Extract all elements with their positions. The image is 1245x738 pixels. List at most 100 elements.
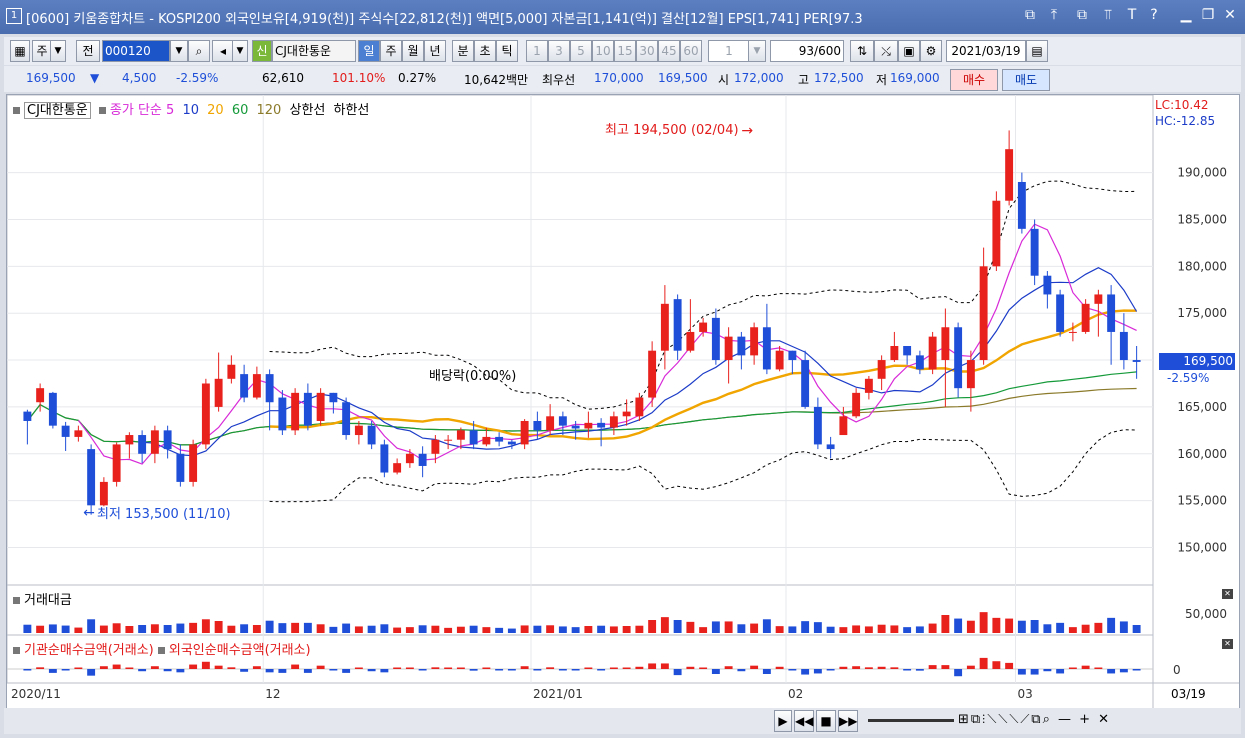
flow-bar [380, 669, 389, 673]
period-minute[interactable]: 분 [452, 40, 474, 62]
legend-price-type[interactable]: 종가 단순 [110, 103, 162, 118]
minute-60[interactable]: 60 [680, 40, 702, 62]
panel-close-icon[interactable]: ✕ [1222, 589, 1233, 599]
minute-1[interactable]: 1 [526, 40, 548, 62]
market-select[interactable]: 주 [32, 40, 52, 62]
scroll-next-icon[interactable]: ▶ [774, 710, 792, 732]
window-number-icon[interactable]: 1 [6, 8, 22, 24]
buy-button[interactable]: 매수 [950, 69, 998, 91]
pin-top-icon[interactable]: ⤒ [1046, 7, 1062, 23]
chart-svg[interactable]: 150,000155,000160,000165,000170,000175,0… [7, 95, 1239, 709]
font-icon[interactable]: T [1124, 7, 1140, 23]
candle-body [686, 331, 695, 351]
speaker-dropdown-icon[interactable]: ▼ [232, 40, 248, 62]
y-tick-label: 160,000 [1177, 447, 1227, 461]
calendar-icon[interactable]: ▤ [1026, 40, 1048, 62]
copy-window-icon[interactable]: ⧉ [1074, 7, 1090, 23]
indicator-icon[interactable]: ⤯ [874, 40, 898, 62]
volume-bar [278, 623, 287, 633]
volume-bar [673, 620, 682, 633]
flow-bar [189, 664, 198, 669]
flow-bar [1119, 669, 1128, 673]
legend-marker [13, 647, 20, 654]
high-price: 172,500 [814, 71, 864, 85]
flow-bar [1017, 669, 1026, 675]
volume-bar [992, 617, 1001, 633]
candle-body [329, 392, 338, 403]
minute-3[interactable]: 3 [548, 40, 570, 62]
candle-body [801, 360, 810, 407]
volume-ratio: 101.10% [332, 71, 386, 85]
period-week[interactable]: 주 [380, 40, 402, 62]
drawing-tools[interactable]: ⊞⧉⫶⟍⟍⟍⟋⧉⌕ — + ✕ [958, 712, 1111, 727]
restore-icon[interactable]: ❐ [1200, 7, 1216, 23]
minute-15[interactable]: 15 [614, 40, 636, 62]
period-month[interactable]: 월 [402, 40, 424, 62]
market-dropdown-icon[interactable]: ▼ [50, 40, 66, 62]
candle-body [813, 406, 822, 445]
volume-bar [418, 625, 427, 633]
minute-45[interactable]: 45 [658, 40, 680, 62]
data-count-input[interactable]: 93/600 [770, 40, 844, 62]
legend-stock-name[interactable]: CJ대한통운 [24, 102, 91, 119]
pin-icon[interactable]: ⫪ [1100, 7, 1116, 23]
y-tick-label: 155,000 [1177, 494, 1227, 508]
flow-bar [23, 669, 32, 671]
minimize-icon[interactable]: ▁ [1178, 7, 1194, 23]
minute-30[interactable]: 30 [636, 40, 658, 62]
stop-icon[interactable]: ■ [816, 710, 836, 732]
settings-gear-icon[interactable]: ⚙ [920, 40, 942, 62]
code-dropdown-icon[interactable]: ▼ [170, 40, 188, 62]
link-icon[interactable]: ⧉ [1022, 7, 1038, 23]
layout-grid-icon[interactable]: ▦ [10, 40, 30, 62]
candle-body [928, 336, 937, 370]
compare-icon[interactable]: ⇅ [850, 40, 874, 62]
flow-bar [1068, 667, 1077, 669]
minute-10[interactable]: 10 [592, 40, 614, 62]
flow-bar [1030, 669, 1039, 675]
y-tick-label: 185,000 [1177, 212, 1227, 226]
scroll-forward-icon[interactable]: ▶▶ [838, 710, 858, 732]
panel-close-icon[interactable]: ✕ [1222, 639, 1233, 649]
candle-body [380, 444, 389, 473]
period-year[interactable]: 년 [424, 40, 446, 62]
candle-body [660, 303, 669, 351]
speaker-icon[interactable]: ◂ [212, 40, 234, 62]
period-tick[interactable]: 틱 [496, 40, 518, 62]
stock-code-input[interactable]: 000120 [102, 40, 170, 62]
volume-bar [444, 627, 453, 633]
volume-bar [265, 620, 274, 633]
date-input[interactable]: 2021/03/19 [946, 40, 1026, 62]
period-second[interactable]: 초 [474, 40, 496, 62]
help-icon[interactable]: ? [1146, 7, 1162, 23]
close-icon[interactable]: ✕ [1222, 7, 1238, 23]
x-end-date: 03/19 [1171, 687, 1206, 701]
save-icon[interactable]: ▣ [898, 40, 920, 62]
candle-body [737, 336, 746, 356]
title-bar: 1 [0600] 키움종합차트 - KOSPI200 외국인보유[4,919(천… [0, 0, 1245, 34]
candle-body [852, 392, 861, 417]
flow-bar [163, 669, 172, 672]
flow-bar [150, 666, 159, 669]
scroll-back-icon[interactable]: ◀◀ [794, 710, 814, 732]
candle-body [201, 383, 210, 445]
search-icon[interactable]: ⌕ [188, 40, 210, 62]
y-tick-label: 150,000 [1177, 541, 1227, 555]
flow-bar [648, 663, 657, 669]
flow-bar [673, 669, 682, 676]
sell-button[interactable]: 매도 [1002, 69, 1050, 91]
minute-5[interactable]: 5 [570, 40, 592, 62]
volume-bar [36, 625, 45, 633]
flow-bar [609, 667, 618, 669]
zoom-slider[interactable] [868, 719, 954, 722]
unit-input[interactable]: 1 [708, 40, 750, 62]
price-change: 4,500 [122, 71, 157, 85]
prev-button[interactable]: 전 [76, 40, 100, 62]
chart-area[interactable]: 150,000155,000160,000165,000170,000175,0… [6, 94, 1240, 710]
period-day[interactable]: 일 [358, 40, 380, 62]
candle-body [1107, 294, 1116, 332]
unit-dropdown-icon[interactable]: ▼ [748, 40, 766, 62]
flow-bar [36, 667, 45, 669]
flow-bar [214, 665, 223, 669]
volume-bar [495, 627, 504, 633]
